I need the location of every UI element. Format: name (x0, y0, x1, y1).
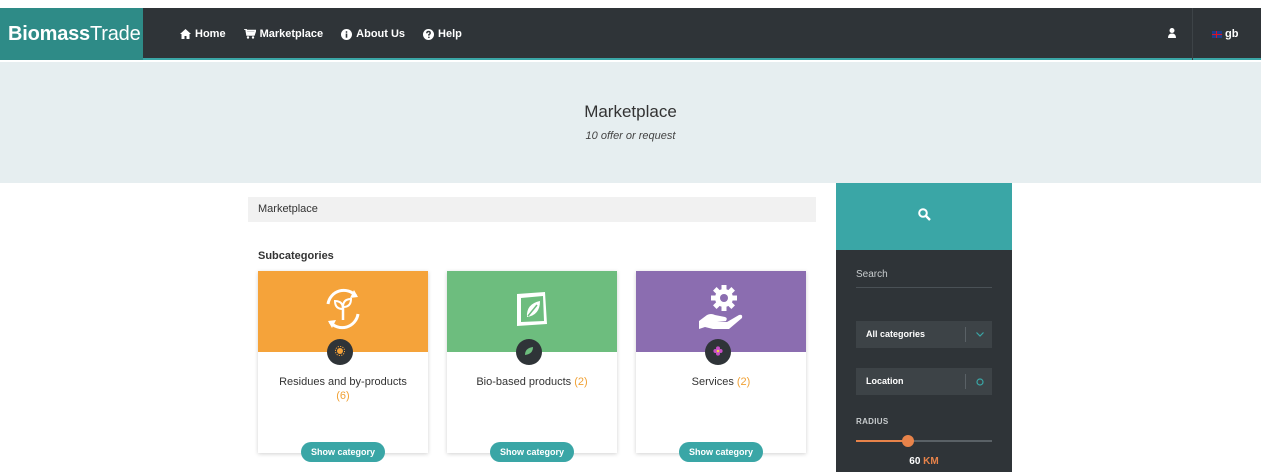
card-badge (705, 339, 731, 365)
card-name-text: Services (691, 376, 734, 388)
gear-hand-icon (693, 281, 749, 342)
flower-icon (713, 343, 723, 361)
page-title: Marketplace (584, 102, 677, 121)
select-divider (965, 374, 966, 389)
nav-home[interactable]: Home (180, 28, 226, 40)
leaf-box-icon (507, 284, 557, 339)
page-subtitle: 10 offer or request (585, 130, 676, 142)
show-category-button[interactable]: Show category (679, 442, 763, 462)
search-input[interactable]: Search (856, 266, 992, 288)
location-target-icon (976, 368, 984, 395)
user-menu[interactable] (1152, 8, 1192, 60)
card-title: Residues and by-products (6) (258, 375, 428, 403)
category-card-services[interactable]: Services (2) Show category (636, 271, 806, 462)
radius-number: 60 (909, 456, 921, 467)
nav-divider (1192, 8, 1193, 60)
radius-unit: KM (923, 456, 939, 467)
card-title: Bio-based products (2) (447, 375, 617, 389)
uk-flag-icon (1212, 30, 1222, 38)
question-icon (423, 28, 435, 40)
location-select-value: Location (866, 376, 904, 386)
cart-icon (243, 29, 256, 39)
card-badge (327, 339, 353, 365)
sun-icon (334, 343, 346, 361)
show-category-button[interactable]: Show category (301, 442, 385, 462)
location-select[interactable]: Location (856, 368, 992, 395)
card-name-text: Bio-based products (476, 376, 572, 388)
user-icon (1168, 25, 1176, 43)
language-code: gb (1225, 28, 1239, 40)
category-select-value: All categories (866, 329, 926, 339)
nav-home-label: Home (195, 28, 226, 40)
info-icon (341, 28, 353, 40)
card-title: Services (2) (636, 375, 806, 389)
category-select[interactable]: All categories (856, 321, 992, 348)
category-card-residues[interactable]: Residues and by-products (6) Show catego… (258, 271, 428, 462)
breadcrumb[interactable]: Marketplace (248, 197, 816, 222)
nav-help-label: Help (438, 28, 462, 40)
radius-label: RADIUS (856, 417, 889, 426)
select-divider (965, 327, 966, 342)
language-selector[interactable]: gb (1212, 8, 1238, 60)
category-card-bio-based[interactable]: Bio-based products (2) Show category (447, 271, 617, 462)
brand-logo[interactable]: BiomassTrade (0, 8, 143, 60)
card-count: (2) (574, 376, 588, 388)
radius-slider-fill (856, 440, 908, 442)
search-submit-button[interactable] (836, 183, 1012, 250)
show-category-button[interactable]: Show category (490, 442, 574, 462)
card-count: (2) (736, 376, 751, 388)
nav-marketplace[interactable]: Marketplace (243, 28, 324, 40)
main-nav: Home Marketplace About Us Help (180, 8, 462, 60)
chevron-down-icon (976, 321, 984, 348)
nav-marketplace-label: Marketplace (259, 28, 324, 40)
top-navbar: BiomassTrade Home Marketplace About Us H… (0, 8, 1261, 60)
leaf-icon (524, 343, 534, 361)
nav-about[interactable]: About Us (341, 28, 405, 40)
radius-slider-handle[interactable] (902, 435, 914, 447)
subcategories-heading: Subcategories (258, 250, 334, 262)
search-icon (917, 207, 931, 226)
recycle-plant-icon (316, 282, 370, 341)
home-icon (180, 29, 191, 39)
card-count: (6) (336, 390, 350, 402)
search-panel: Search All categories Location RADIUS 60… (836, 183, 1012, 472)
card-name-text: Residues and by-products (279, 376, 407, 388)
page-hero: Marketplace 10 offer or request (0, 62, 1261, 183)
card-badge (516, 339, 542, 365)
nav-help[interactable]: Help (423, 28, 462, 40)
radius-value: 60 KM (836, 456, 1012, 467)
nav-about-label: About Us (356, 28, 406, 40)
